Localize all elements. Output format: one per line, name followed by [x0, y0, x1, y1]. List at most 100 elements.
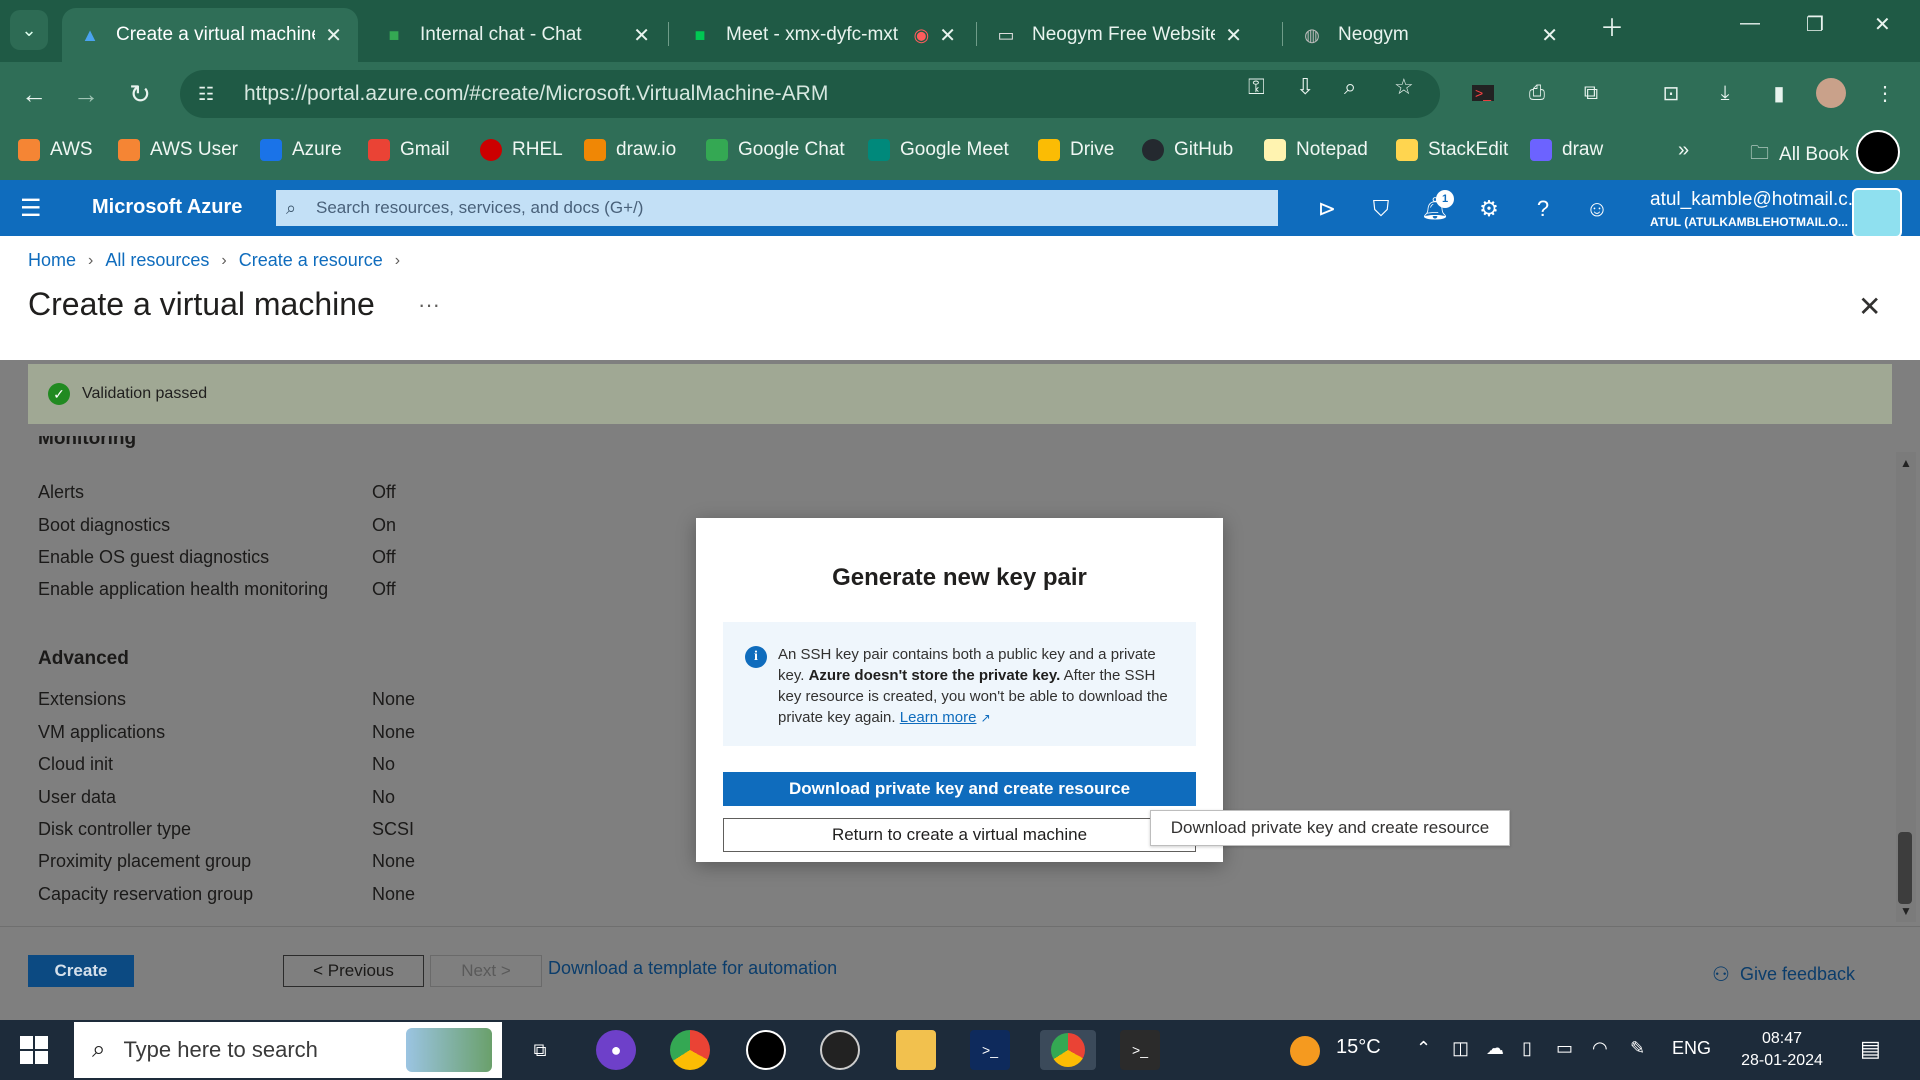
create-button[interactable]: Create [28, 955, 134, 987]
tab-neogym-template[interactable]: ▭ Neogym Free Website Te ✕ [978, 8, 1258, 62]
previous-button[interactable]: < Previous [283, 955, 424, 987]
reload-icon[interactable]: ↻ [122, 76, 158, 112]
install-app-icon[interactable]: ⇩ [1296, 74, 1314, 100]
feedback-icon[interactable]: ☺ [1582, 194, 1612, 224]
bookmark-drawio[interactable]: draw.io [584, 139, 676, 161]
download-template-link[interactable]: Download a template for automation [548, 958, 837, 979]
github-desktop-icon[interactable]: ● [596, 1030, 636, 1070]
onedrive-cloud-icon[interactable]: ☁ [1486, 1038, 1504, 1059]
system-clock[interactable]: 08:47 28-01-2024 [1730, 1028, 1834, 1072]
bookmark-azure[interactable]: Azure [260, 139, 342, 161]
close-tab-icon[interactable]: ✕ [1541, 23, 1558, 48]
window-close-icon[interactable]: ✕ [1874, 12, 1891, 37]
bookmark-rhel[interactable]: RHEL [480, 139, 563, 161]
breadcrumb-all-resources[interactable]: All resources [105, 250, 209, 271]
terminal-icon[interactable]: >_ [1120, 1030, 1160, 1070]
notification-center-icon[interactable]: ▤ [1860, 1036, 1881, 1062]
downloads-icon[interactable]: ⤓ [1710, 78, 1740, 108]
powershell-icon[interactable]: >_ [970, 1030, 1010, 1070]
close-tab-icon[interactable]: ✕ [939, 23, 956, 48]
task-view-icon[interactable]: ⧉ [520, 1030, 560, 1070]
forward-arrow-icon[interactable]: → [68, 76, 104, 112]
bookmark-stackedit[interactable]: StackEdit [1396, 139, 1508, 161]
close-tab-icon[interactable]: ✕ [325, 23, 342, 48]
bookmark-aws-user[interactable]: AWS User [118, 139, 238, 161]
weather-sun-icon[interactable] [1290, 1036, 1320, 1066]
aws-icon [118, 139, 140, 161]
return-to-create-button[interactable]: Return to create a virtual machine [723, 818, 1196, 852]
download-key-create-button[interactable]: Download private key and create resource [723, 772, 1196, 806]
browser-menu-icon[interactable]: ⋮ [1870, 78, 1900, 108]
battery-icon[interactable]: ▭ [1556, 1038, 1573, 1059]
cast-icon[interactable]: ⊡ [1656, 78, 1686, 108]
zoom-icon[interactable]: ⌕ [1344, 74, 1356, 100]
obs-icon[interactable] [820, 1030, 860, 1070]
chrome-icon[interactable] [670, 1030, 710, 1070]
breadcrumb-home[interactable]: Home [28, 250, 76, 271]
learn-more-link[interactable]: Learn more [900, 709, 977, 726]
breadcrumb-create-resource[interactable]: Create a resource [239, 250, 383, 271]
bookmark-star-icon[interactable]: ☆ [1394, 74, 1414, 100]
password-key-icon[interactable]: ⚿ [1248, 74, 1265, 100]
all-bookmarks-folder[interactable]: 🗀 All Book [1750, 139, 1849, 171]
account-name[interactable]: atul_kamble@hotmail.c... [1650, 189, 1864, 211]
minimize-icon[interactable]: — [1740, 12, 1760, 35]
tab-neogym[interactable]: ◍ Neogym ✕ [1284, 8, 1574, 62]
give-feedback-link[interactable]: ⚇ Give feedback [1712, 962, 1855, 987]
pen-app-icon[interactable] [746, 1030, 786, 1070]
bookmark-drive[interactable]: Drive [1038, 139, 1114, 161]
bookmark-draw[interactable]: draw [1530, 139, 1603, 161]
new-tab-button[interactable]: ＋ [1600, 8, 1624, 43]
account-directory[interactable]: ATUL (ATULKAMBLEHOTMAIL.O... [1650, 215, 1848, 229]
tab-label: Meet - xmx-dyfc-mxt [726, 24, 899, 45]
tab-internal-chat[interactable]: ■ Internal chat - Chat ✕ [366, 8, 666, 62]
chrome-active-icon[interactable] [1040, 1030, 1096, 1070]
taskbar-search-input[interactable]: ⌕ Type here to search [74, 1022, 502, 1078]
more-bookmarks-chevron-icon[interactable]: » [1678, 139, 1689, 162]
next-button[interactable]: Next > [430, 955, 542, 987]
temperature[interactable]: 15°C [1336, 1036, 1381, 1059]
side-panel-icon[interactable]: ▮ [1764, 78, 1794, 108]
close-tab-icon[interactable]: ✕ [633, 23, 650, 48]
printer-extension-icon[interactable]: ⎙ [1522, 78, 1552, 108]
bookmark-aws[interactable]: AWS [18, 139, 93, 161]
directory-filter-icon[interactable]: ⛉ [1366, 194, 1396, 224]
terminal-extension-icon[interactable]: >_ [1468, 78, 1498, 108]
close-blade-icon[interactable]: ✕ [1858, 290, 1881, 323]
summary-label: Cloud init [38, 754, 114, 774]
help-icon[interactable]: ? [1528, 194, 1558, 224]
back-arrow-icon[interactable]: ← [16, 76, 52, 112]
bookmark-google-meet[interactable]: Google Meet [868, 139, 1009, 161]
bookmark-notepad[interactable]: Notepad [1264, 139, 1368, 161]
settings-gear-icon[interactable]: ⚙ [1474, 194, 1504, 224]
cloud-shell-icon[interactable]: ⊳ [1312, 194, 1342, 224]
file-explorer-icon[interactable] [896, 1030, 936, 1070]
scroll-up-icon[interactable]: ▲ [1900, 456, 1912, 470]
microphone-icon[interactable]: ▯ [1522, 1038, 1532, 1059]
pen-extension-icon[interactable] [1856, 130, 1900, 174]
site-settings-icon[interactable]: ☷ [198, 84, 234, 105]
account-avatar[interactable] [1852, 188, 1902, 238]
tab-search-button[interactable]: ⌄ [10, 10, 48, 50]
tab-meet[interactable]: ■ Meet - xmx-dyfc-mxt ◉ ✕ [672, 8, 972, 62]
close-tab-icon[interactable]: ✕ [1225, 23, 1242, 48]
language-indicator[interactable]: ENG [1672, 1038, 1711, 1059]
wifi-icon[interactable]: ◠ [1592, 1038, 1608, 1059]
bookmark-github[interactable]: GitHub [1142, 139, 1233, 161]
camera-icon[interactable]: ◫ [1452, 1038, 1469, 1059]
extensions-puzzle-icon[interactable]: ⧉ [1576, 78, 1606, 108]
pen-input-icon[interactable]: ✎ [1630, 1038, 1645, 1059]
more-options-icon[interactable]: ··· [418, 292, 440, 318]
tray-chevron-up-icon[interactable]: ⌃ [1416, 1038, 1431, 1059]
bookmark-gmail[interactable]: Gmail [368, 139, 450, 161]
global-search-input[interactable]: ⌕ Search resources, services, and docs (… [276, 190, 1278, 226]
bookmark-google-chat[interactable]: Google Chat [706, 139, 845, 161]
tab-create-vm[interactable]: ▲ Create a virtual machine ✕ [62, 8, 358, 62]
azure-brand[interactable]: Microsoft Azure [92, 196, 242, 219]
scroll-down-icon[interactable]: ▼ [1900, 904, 1912, 918]
windows-start-icon[interactable] [20, 1036, 48, 1064]
restore-icon[interactable]: ❐ [1806, 12, 1824, 37]
scroll-thumb[interactable] [1898, 832, 1912, 904]
portal-menu-icon[interactable]: ☰ [20, 194, 42, 223]
profile-avatar[interactable] [1816, 78, 1846, 108]
